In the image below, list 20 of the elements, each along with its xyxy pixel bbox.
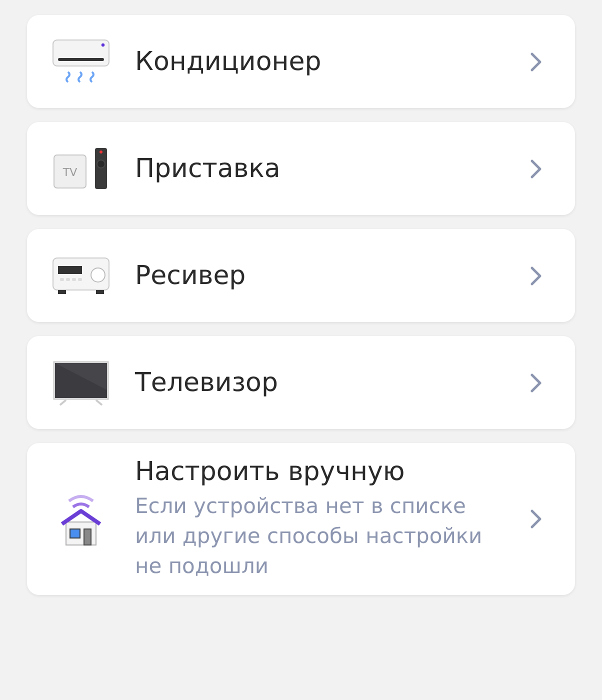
device-card[interactable]: Ресивер — [27, 229, 575, 322]
device-title: Приставка — [135, 154, 282, 184]
chevron-right-icon — [529, 264, 543, 286]
device-title: Телевизор — [135, 368, 279, 398]
device-title: Кондиционер — [135, 46, 322, 76]
device-card[interactable]: Телевизор — [27, 336, 575, 429]
smart-home-icon — [60, 492, 102, 546]
receiver-icon — [52, 256, 110, 294]
chevron-right-icon — [529, 508, 543, 530]
chevron-right-icon — [529, 50, 543, 72]
device-title: Ресивер — [135, 260, 247, 290]
device-card[interactable]: Кондиционер — [27, 15, 575, 108]
tv-icon — [52, 360, 110, 406]
device-description: Если устройства нет в списке или другие способы настройки не подошли — [135, 493, 484, 580]
device-card[interactable]: TV Приставка — [27, 122, 575, 215]
chevron-right-icon — [529, 158, 543, 180]
device-title: Настроить вручную — [135, 457, 406, 487]
device-card[interactable]: Настроить вручную Если устройства нет в списке или другие способы настройки не подошли — [27, 443, 575, 595]
air-conditioner-icon — [52, 38, 110, 84]
chevron-right-icon — [529, 372, 543, 394]
